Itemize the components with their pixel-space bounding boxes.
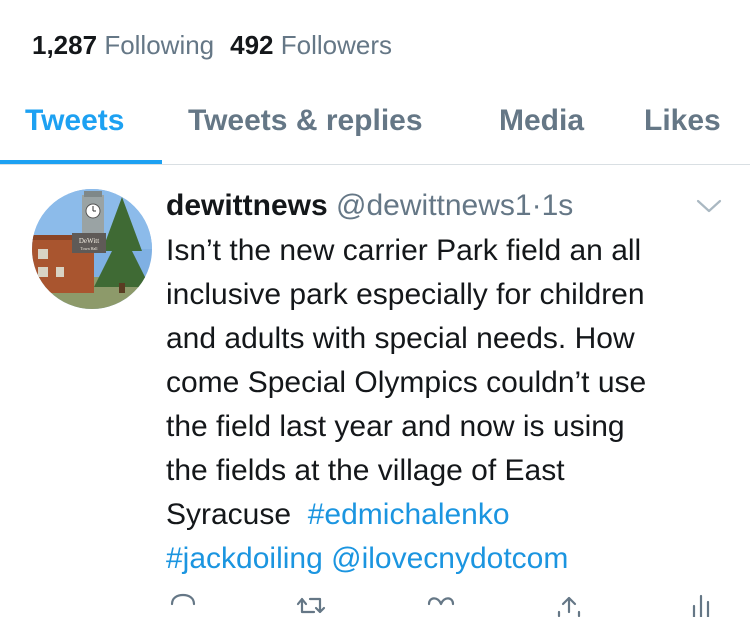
sign-text: DeWitt — [79, 237, 99, 245]
tweet-text-line: Syracuse — [166, 498, 292, 531]
analytics-icon[interactable] — [686, 590, 716, 617]
following-count: 1,287 — [32, 30, 98, 60]
share-icon[interactable] — [552, 590, 586, 617]
tweet-header: dewittnews @dewittnews1·1s — [166, 186, 573, 226]
profile-tabs: Tweets Tweets & replies Media Likes — [0, 96, 750, 165]
profile-page: 1,287 Following 492 Followers Tweets Twee… — [0, 0, 750, 617]
followers-stat[interactable]: 492 Followers — [230, 30, 392, 60]
tab-likes[interactable]: Likes — [644, 96, 721, 162]
avatar[interactable]: DeWitt Town Hall — [32, 189, 152, 309]
tweet-text-line: the field last year and now is using — [166, 410, 625, 443]
tweet-separator: · — [531, 189, 542, 222]
tweet-timestamp[interactable]: 1s — [542, 189, 574, 222]
following-stat[interactable]: 1,287 Following — [32, 30, 214, 60]
tweet-text-line: and adults with special needs. How — [166, 322, 635, 355]
mention-link[interactable]: @ilovecnydotcom — [331, 542, 568, 575]
tweet-text: Isn’t the new carrier Park field an all … — [166, 229, 736, 581]
tweet-text-line: inclusive park especially for children — [166, 278, 645, 311]
hashtag-link[interactable]: #edmichalenko — [308, 498, 510, 531]
profile-stats: 1,287 Following 492 Followers — [32, 28, 392, 62]
tweet-handle[interactable]: @dewittnews1 — [336, 189, 532, 222]
tweet-actions — [0, 590, 750, 617]
chevron-down-icon[interactable] — [694, 196, 724, 216]
active-tab-indicator — [0, 160, 162, 164]
tweet-links-line: #jackdoiling @ilovecnydotcom — [166, 537, 736, 581]
following-label: Following — [104, 30, 215, 60]
followers-count: 492 — [230, 30, 274, 60]
tweet-text-line: come Special Olympics couldn’t use — [166, 366, 647, 399]
like-icon[interactable] — [424, 590, 458, 617]
tab-tweets[interactable]: Tweets — [25, 96, 124, 162]
tab-media[interactable]: Media — [499, 96, 584, 162]
followers-label: Followers — [280, 30, 393, 60]
retweet-icon[interactable] — [292, 590, 332, 617]
tweet-text-line: the fields at the village of East — [166, 454, 565, 487]
tab-tweets-and-replies[interactable]: Tweets & replies — [188, 96, 423, 162]
reply-icon[interactable] — [166, 590, 200, 617]
tweet-text-line-last: Syracuse #edmichalenko — [166, 493, 736, 537]
tweet-text-line: Isn’t the new carrier Park field an all — [166, 234, 642, 267]
hashtag-link[interactable]: #jackdoiling — [166, 542, 323, 575]
sign-subtext: Town Hall — [81, 246, 99, 251]
tweet-display-name[interactable]: dewittnews — [166, 189, 328, 222]
